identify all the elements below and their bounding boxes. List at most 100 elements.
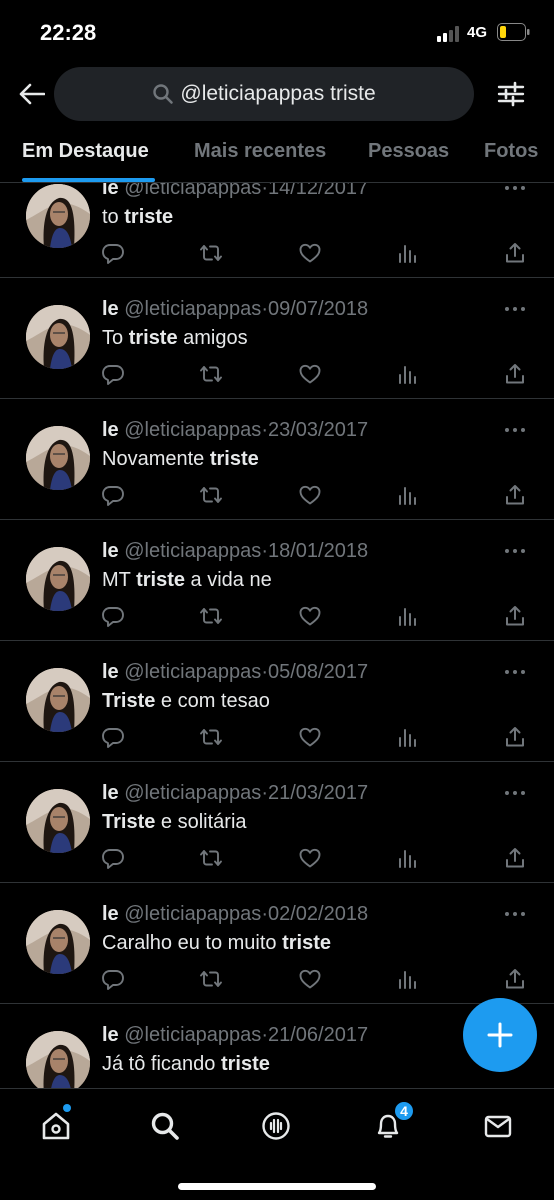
avatar[interactable] [26, 668, 90, 732]
share-button[interactable] [503, 362, 527, 386]
search-bar[interactable]: @leticiapappas triste [54, 67, 474, 121]
retweet-button[interactable] [199, 725, 223, 749]
author-handle[interactable]: @leticiapappas [124, 1024, 261, 1046]
author-name[interactable]: le [102, 782, 119, 804]
author-handle[interactable]: @leticiapappas [124, 903, 261, 925]
avatar[interactable] [26, 1031, 90, 1088]
views-button[interactable] [396, 967, 420, 991]
reply-button[interactable] [101, 604, 125, 628]
tweet-date[interactable]: 02/02/2018 [268, 903, 368, 925]
retweet-button[interactable] [199, 846, 223, 870]
tweet-date[interactable]: 05/08/2017 [268, 661, 368, 683]
tweet-date[interactable]: 14/12/2017 [268, 183, 368, 199]
share-button[interactable] [503, 241, 527, 265]
more-options-icon[interactable] [503, 909, 527, 919]
tab-pessoas[interactable]: Pessoas [368, 140, 449, 163]
avatar[interactable] [26, 910, 90, 974]
share-button[interactable] [503, 967, 527, 991]
views-button[interactable] [396, 725, 420, 749]
like-button[interactable] [298, 846, 322, 870]
retweet-button[interactable] [199, 604, 223, 628]
retweet-button[interactable] [199, 483, 223, 507]
views-button[interactable] [396, 241, 420, 265]
author-handle[interactable]: @leticiapappas [124, 782, 261, 804]
more-options-icon[interactable] [503, 304, 527, 314]
avatar[interactable] [26, 305, 90, 369]
avatar[interactable] [26, 426, 90, 490]
back-button[interactable] [14, 76, 50, 112]
avatar[interactable] [26, 184, 90, 248]
share-button[interactable] [503, 483, 527, 507]
author-name[interactable]: le [102, 419, 119, 441]
share-button[interactable] [503, 604, 527, 628]
avatar[interactable] [26, 789, 90, 853]
more-options-icon[interactable] [503, 425, 527, 435]
reply-button[interactable] [101, 241, 125, 265]
tweet-date[interactable]: 23/03/2017 [268, 419, 368, 441]
tweet[interactable]: le @leticiapappas·14/12/2017 to triste [0, 183, 554, 278]
like-button[interactable] [298, 241, 322, 265]
avatar[interactable] [26, 547, 90, 611]
views-button[interactable] [396, 846, 420, 870]
reply-button[interactable] [101, 846, 125, 870]
more-options-icon[interactable] [503, 546, 527, 556]
tab-fotos[interactable]: Fotos [484, 140, 538, 163]
search-settings-button[interactable] [492, 76, 530, 112]
like-button[interactable] [298, 362, 322, 386]
views-button[interactable] [396, 483, 420, 507]
author-name[interactable]: le [102, 540, 119, 562]
author-name[interactable]: le [102, 661, 119, 683]
reply-button[interactable] [101, 725, 125, 749]
reply-button[interactable] [101, 362, 125, 386]
tweet[interactable]: le @leticiapappas·09/07/2018 To triste a… [0, 278, 554, 399]
nav-search[interactable] [148, 1109, 182, 1143]
author-handle[interactable]: @leticiapappas [124, 298, 261, 320]
reply-button[interactable] [101, 967, 125, 991]
more-options-icon[interactable] [503, 183, 527, 193]
nav-spaces[interactable] [259, 1109, 293, 1143]
nav-messages[interactable] [481, 1109, 515, 1143]
tweet-date[interactable]: 09/07/2018 [268, 298, 368, 320]
views-button[interactable] [396, 362, 420, 386]
tweet-actions [0, 725, 554, 751]
meta-separator: · [261, 419, 268, 441]
retweet-button[interactable] [199, 967, 223, 991]
tweet-text-pre: Já tô ficando [102, 1053, 221, 1075]
like-button[interactable] [298, 483, 322, 507]
tab-em-destaque[interactable]: Em Destaque [22, 140, 149, 163]
search-icon [153, 84, 174, 104]
tweet-meta: le @leticiapappas·09/07/2018 [102, 298, 368, 321]
author-handle[interactable]: @leticiapappas [124, 183, 261, 199]
more-options-icon[interactable] [503, 667, 527, 677]
author-name[interactable]: le [102, 298, 119, 320]
tweet-date[interactable]: 21/03/2017 [268, 782, 368, 804]
author-name[interactable]: le [102, 903, 119, 925]
more-options-icon[interactable] [503, 788, 527, 798]
compose-button[interactable] [463, 998, 537, 1072]
share-button[interactable] [503, 725, 527, 749]
tweet[interactable]: le @leticiapappas·02/02/2018 Caralho eu … [0, 883, 554, 1004]
author-handle[interactable]: @leticiapappas [124, 419, 261, 441]
tweet[interactable]: le @leticiapappas·21/03/2017 Triste e so… [0, 762, 554, 883]
like-button[interactable] [298, 967, 322, 991]
author-handle[interactable]: @leticiapappas [124, 540, 261, 562]
author-name[interactable]: le [102, 1024, 119, 1046]
author-handle[interactable]: @leticiapappas [124, 661, 261, 683]
share-button[interactable] [503, 846, 527, 870]
retweet-button[interactable] [199, 241, 223, 265]
tweet-date[interactable]: 21/06/2017 [268, 1024, 368, 1046]
views-button[interactable] [396, 604, 420, 628]
author-name[interactable]: le [102, 183, 119, 199]
retweet-button[interactable] [199, 362, 223, 386]
tweet[interactable]: le @leticiapappas·05/08/2017 Triste e co… [0, 641, 554, 762]
tweet[interactable]: le @leticiapappas·18/01/2018 MT triste a… [0, 520, 554, 641]
tweet-date[interactable]: 18/01/2018 [268, 540, 368, 562]
nav-home[interactable] [39, 1109, 73, 1143]
like-button[interactable] [298, 725, 322, 749]
tab-mais-recentes[interactable]: Mais recentes [194, 140, 326, 163]
retweet-icon [200, 245, 222, 261]
like-button[interactable] [298, 604, 322, 628]
tweet-feed[interactable]: le @leticiapappas·14/12/2017 to triste l… [0, 183, 554, 1088]
reply-button[interactable] [101, 483, 125, 507]
tweet[interactable]: le @leticiapappas·23/03/2017 Novamente t… [0, 399, 554, 520]
